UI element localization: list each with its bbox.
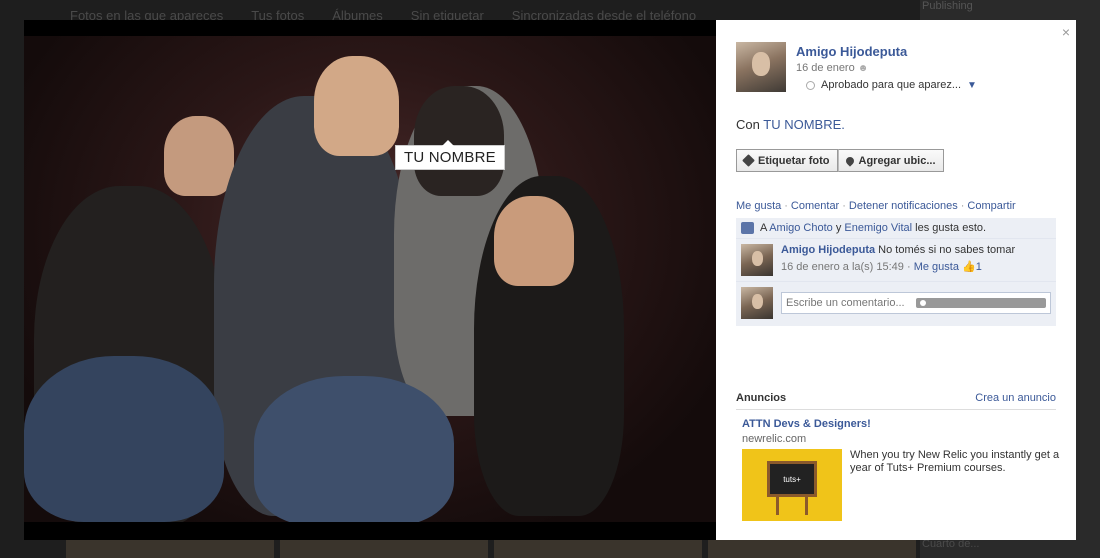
comment-link[interactable]: Comentar [791,200,839,212]
like-link[interactable]: Me gusta [736,200,781,212]
comment-meta: 16 de enero a la(s) 15:49 · Me gusta 👍1 [781,260,1015,273]
post-date-text[interactable]: 16 de enero [796,62,855,74]
photo-actions: Etiquetar foto Agregar ubic... [736,149,944,172]
camera-icon[interactable] [916,298,1046,308]
add-location-label: Agregar ubic... [858,154,936,167]
comment-placeholder: Escribe un comentario... [786,297,905,309]
bg-side-top-text: Publishing [922,0,973,12]
background-thumbnails [66,540,916,558]
photo-info-panel: × Amigo Hijodeputa 16 de enero ☻ Aprobad… [716,20,1076,540]
liker-link[interactable]: Amigo Choto [769,222,833,234]
likes-summary: A Amigo Choto y Enemigo Vital les gusta … [736,218,1056,239]
audience-label: Aprobado para que aparez... [821,79,962,91]
share-link[interactable]: Compartir [967,200,1015,212]
comment-like-link[interactable]: Me gusta [914,261,959,273]
tagged-with: Con TU NOMBRE. [736,117,845,132]
with-prefix: Con [736,117,760,132]
comment-author[interactable]: Amigo Hijodeputa [781,244,875,256]
ad-item[interactable]: ATTN Devs & Designers! newrelic.com tuts… [742,418,1062,521]
ad-title[interactable]: ATTN Devs & Designers! [742,418,1062,430]
small-thumbs-up-icon[interactable]: 👍 [962,261,976,273]
avatar[interactable] [741,244,773,276]
comment-item: Amigo Hijodeputa No tomés si no sabes to… [736,239,1056,282]
author-block: Amigo Hijodeputa 16 de enero ☻ Aprobado … [736,42,977,92]
ad-image[interactable]: tuts+ [742,449,842,521]
chalkboard-icon: tuts+ [767,461,817,497]
circle-icon [806,80,815,90]
thumbs-up-icon [741,222,754,234]
photo-tag-label[interactable]: TU NOMBRE [395,140,505,170]
tagged-user-link[interactable]: TU NOMBRE. [763,117,845,132]
likes-prefix: A [760,222,767,234]
post-date: 16 de enero ☻ [796,62,977,74]
feedback-box: A Amigo Choto y Enemigo Vital les gusta … [736,218,1056,326]
photo-viewer: TU NOMBRE × Amigo Hijodeputa 16 de enero… [24,20,1076,540]
tag-photo-label: Etiquetar foto [758,154,830,167]
likes-joiner: y [835,222,842,234]
comment-like-count[interactable]: 1 [976,261,982,273]
ad-domain: newrelic.com [742,433,807,445]
comment-input[interactable]: Escribe un comentario... [781,292,1051,314]
comment-composer: Escribe un comentario... [736,282,1056,326]
avatar[interactable] [736,42,786,92]
avatar [741,287,773,319]
ad-board-text: tuts+ [783,474,801,484]
close-icon[interactable]: × [1062,24,1070,40]
stop-notifications-link[interactable]: Detener notificaciones [849,200,958,212]
ads-title: Anuncios [736,392,787,404]
feedback-links: Me gusta · Comentar · Detener notificaciones… [736,200,1016,212]
comment-text: No tomés si no sabes tomar [878,244,1016,256]
easel-icon [776,497,808,515]
ads-header: Anuncios Crea un anuncio [736,392,1056,410]
author-name[interactable]: Amigo Hijodeputa [796,44,977,59]
chevron-down-icon: ▼ [967,79,977,91]
location-pin-icon [843,154,856,167]
likes-suffix: les gusta esto. [915,222,987,234]
tag-photo-button[interactable]: Etiquetar foto [736,149,838,172]
comment-timestamp[interactable]: 16 de enero a la(s) 15:49 · [781,261,911,273]
ad-body-text: When you try New Relic you instantly get… [850,449,1060,474]
group-photo[interactable]: TU NOMBRE [24,36,716,522]
friends-icon: ☻ [857,63,869,74]
audience-selector[interactable]: Aprobado para que aparez... ▼ [796,79,977,91]
add-location-button[interactable]: Agregar ubic... [837,149,944,172]
photo-stage: TU NOMBRE [24,20,716,540]
liker-link[interactable]: Enemigo Vital [844,222,912,234]
create-ad-link[interactable]: Crea un anuncio [975,392,1056,404]
tag-icon [742,154,755,167]
